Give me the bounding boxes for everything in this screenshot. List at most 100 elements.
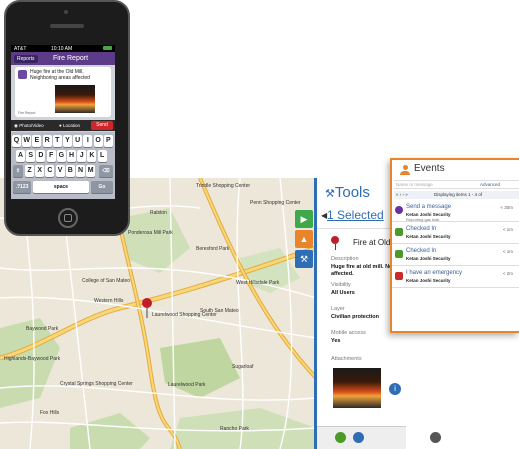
emergency-icon — [395, 272, 403, 280]
camera-icon: ◉ — [14, 123, 18, 128]
keyboard-key[interactable]: Y — [63, 135, 72, 147]
description-label: Description — [331, 256, 359, 262]
reports-back-button[interactable]: Reports — [14, 55, 38, 63]
checkin-icon — [395, 250, 403, 258]
keyboard: Q W E R T Y U I O P A S D F G H J K L Z X C V B N M ⇧ ⌫ .?123 space Go — [11, 132, 115, 199]
delete-button[interactable] — [430, 432, 441, 443]
keyboard-key[interactable]: D — [36, 150, 46, 162]
shift-key[interactable]: ⇧ — [13, 165, 23, 177]
wrench-icon: ⚒ — [299, 253, 309, 264]
map-label: South San Mateo — [200, 308, 239, 314]
layer-label: Layer — [331, 306, 345, 312]
tab-events[interactable]: ▲ — [295, 230, 313, 248]
keyboard-key[interactable]: Z — [25, 165, 34, 177]
event-subtitle: Ketan Joshi Security — [406, 278, 451, 283]
map-label: Laurelwood Park — [168, 382, 206, 388]
event-title: Checked In — [406, 248, 437, 254]
photo-video-button[interactable]: ◉ Photo/Video — [14, 123, 44, 129]
share-icon[interactable] — [353, 432, 364, 443]
event-item[interactable]: Checked In Ketan Joshi Security < 1m — [392, 224, 519, 244]
keyboard-key[interactable]: M — [86, 165, 96, 177]
event-time: < 1m — [502, 227, 513, 232]
keyboard-key[interactable]: U — [73, 135, 83, 147]
map-label: Western Hills — [94, 298, 124, 304]
event-title: Send a message — [406, 204, 452, 210]
keyboard-key[interactable]: E — [32, 135, 42, 147]
space-key[interactable]: space — [33, 181, 89, 193]
keyboard-key[interactable]: N — [76, 165, 85, 177]
event-time: < 1m — [502, 249, 513, 254]
mobile-label: Mobile access — [331, 330, 366, 336]
location-label: Location — [62, 123, 80, 128]
event-detail: Reporting gas leak — [406, 217, 440, 222]
map-label: Rancho Park — [220, 426, 249, 432]
tab-settings[interactable]: ⚒ — [295, 250, 313, 268]
keyboard-key[interactable]: T — [52, 135, 62, 147]
numbers-key[interactable]: .?123 — [13, 181, 31, 193]
keyboard-key[interactable]: V — [55, 165, 65, 177]
pager-arrows-icon[interactable]: « ‹ › » — [396, 192, 408, 197]
map-label: West Hillsdale Park — [236, 280, 280, 286]
visibility-label: Visibility — [331, 282, 351, 288]
event-title: Checked In — [406, 226, 437, 232]
map-label: Highlands-Baywood Park — [4, 356, 61, 362]
events-panel: Events Name or message Advanced « ‹ › » … — [390, 158, 519, 333]
map-label: College of San Mateo — [82, 278, 131, 284]
keyboard-key[interactable]: J — [77, 150, 87, 162]
selected-link[interactable]: 1 Selected — [327, 208, 384, 222]
person-icon: ▲ — [299, 234, 309, 244]
status-bar: AT&T 10:10 AM — [11, 45, 115, 52]
events-search-input[interactable]: Name or message — [396, 182, 433, 187]
report-location: Fire Report — [18, 111, 36, 115]
advanced-link[interactable]: Advanced — [480, 182, 500, 187]
attachments-label: Attachments — [331, 356, 362, 362]
visibility-value: All Users — [331, 290, 355, 296]
keyboard-key[interactable]: B — [65, 165, 75, 177]
map-label: Fox Hills — [40, 410, 60, 416]
keyboard-key[interactable]: Q — [12, 135, 21, 147]
keyboard-key[interactable]: I — [83, 135, 93, 147]
keyboard-key[interactable]: C — [45, 165, 55, 177]
event-subtitle: Ketan Joshi Security — [406, 256, 451, 261]
keyboard-key[interactable]: R — [42, 135, 52, 147]
keyboard-key[interactable]: L — [97, 150, 107, 162]
keyboard-key[interactable]: F — [46, 150, 56, 162]
keyboard-key[interactable]: X — [35, 165, 45, 177]
keyboard-key[interactable]: W — [22, 135, 32, 147]
keyboard-key[interactable]: G — [56, 150, 66, 162]
send-button[interactable]: Send — [91, 121, 113, 130]
checkin-icon — [395, 228, 403, 236]
battery-icon — [103, 46, 112, 50]
home-button[interactable] — [58, 208, 78, 228]
events-title: Events — [414, 163, 445, 174]
edit-icon[interactable] — [335, 432, 346, 443]
tools-title: ⚒Tools — [325, 184, 370, 201]
tab-tools[interactable]: ▶ — [295, 210, 313, 228]
nav-title: Fire Report — [53, 55, 89, 62]
event-time: < 30m — [500, 205, 513, 210]
info-icon[interactable]: i — [389, 383, 401, 395]
location-button[interactable]: ● Location — [59, 123, 80, 128]
report-card[interactable]: Huge fire at the Old Mill, Neighboring a… — [15, 67, 111, 117]
keyboard-key[interactable]: P — [103, 135, 113, 147]
pager-text: Displaying items 1 - 4 of — [434, 192, 483, 197]
map-label: Ponderosa Mill Park — [128, 230, 173, 236]
tools-title-text: Tools — [334, 184, 370, 201]
keyboard-key[interactable]: O — [93, 135, 103, 147]
mobile-value: Yes — [331, 338, 341, 344]
events-pager: « ‹ › » Displaying items 1 - 4 of — [394, 191, 519, 199]
go-key[interactable]: Go — [91, 181, 113, 193]
event-item[interactable]: Send a message Ketan Joshi Security Repo… — [392, 202, 519, 222]
pin-icon — [331, 236, 341, 250]
backspace-key[interactable]: ⌫ — [99, 165, 113, 177]
attachment-thumbnail[interactable] — [333, 368, 381, 408]
message-icon — [395, 206, 403, 214]
event-item[interactable]: Checked In Ketan Joshi Security < 1m — [392, 246, 519, 266]
keyboard-key[interactable]: S — [26, 150, 36, 162]
event-item[interactable]: I have an emergency Ketan Joshi Security… — [392, 268, 519, 288]
keyboard-key[interactable]: K — [87, 150, 97, 162]
wrench-icon: ⚒ — [325, 188, 335, 200]
report-text: Huge fire at the Old Mill, Neighboring a… — [30, 69, 90, 81]
keyboard-key[interactable]: H — [67, 150, 76, 162]
keyboard-key[interactable]: A — [16, 150, 25, 162]
